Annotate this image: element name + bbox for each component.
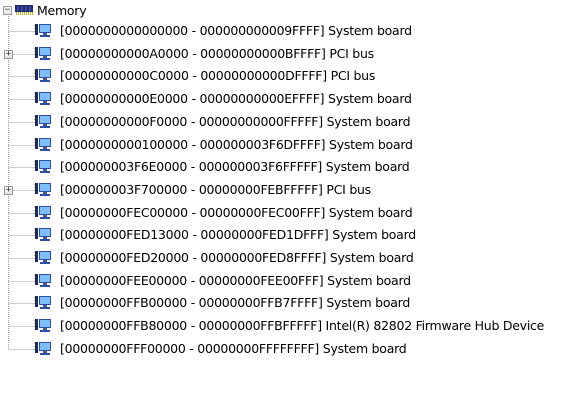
tree-node-memory-range[interactable]: [0000000000100000 - 000000003F6DFFFF] Sy…	[0, 134, 573, 156]
expand-toggle[interactable]: +	[4, 185, 13, 195]
memory-range-label: [00000000FEE00000 - 00000000FEE00FFF] Sy…	[60, 272, 411, 288]
memory-range-label: [0000000000100000 - 000000003F6DFFFF] Sy…	[60, 136, 413, 152]
memory-range-label: [00000000000C0000 - 00000000000DFFFF] PC…	[60, 68, 376, 84]
tree-node-memory-range[interactable]: + [00000000000A0000 - 00000000000BFFFF] P…	[0, 43, 573, 65]
memory-range-label: [00000000FFF00000 - 00000000FFFFFFFF] Sy…	[60, 340, 407, 356]
memory-resource-icon	[34, 114, 51, 128]
expand-toggle[interactable]: +	[4, 49, 13, 59]
tree-node-memory-range[interactable]: [0000000000000000 - 000000000009FFFF] Sy…	[0, 20, 573, 42]
tree-node-label: Memory	[37, 3, 87, 18]
tree-node-memory-range[interactable]: [00000000FED20000 - 00000000FED8FFFF] Sy…	[0, 247, 573, 269]
tree-node-memory-range[interactable]: [00000000FFB00000 - 00000000FFB7FFFF] Sy…	[0, 292, 573, 314]
tree-node-memory-range[interactable]: [00000000FEC00000 - 00000000FEC00FFF] Sy…	[0, 202, 573, 224]
tree-node-memory[interactable]: − Memory	[0, 0, 573, 22]
tree-node-memory-range[interactable]: [00000000000F0000 - 00000000000FFFFF] Sy…	[0, 111, 573, 133]
memory-resource-icon	[34, 160, 51, 174]
memory-range-label: [00000000FFB00000 - 00000000FFB7FFFF] Sy…	[60, 295, 410, 311]
tree-node-memory-range[interactable]: + [000000003F700000 - 00000000FEBFFFFF] P…	[0, 179, 573, 201]
memory-range-label: [00000000000A0000 - 00000000000BFFFF] PC…	[60, 45, 374, 61]
tree-node-memory-range[interactable]: [000000003F6E0000 - 000000003F6FFFFF] Sy…	[0, 156, 573, 178]
memory-range-label: [00000000FED13000 - 00000000FED1DFFF] Sy…	[60, 227, 416, 243]
memory-resource-icon	[34, 69, 51, 83]
memory-range-label: [00000000000F0000 - 00000000000FFFFF] Sy…	[60, 113, 411, 129]
memory-range-label: [000000003F700000 - 00000000FEBFFFFF] PC…	[60, 181, 371, 197]
memory-range-label: [00000000FED20000 - 00000000FED8FFFF] Sy…	[60, 250, 414, 265]
memory-resource-icon	[34, 228, 51, 242]
memory-resource-icon	[34, 296, 51, 310]
memory-resource-icon	[34, 319, 51, 333]
tree-node-memory-range[interactable]: [00000000FFF00000 - 00000000FFFFFFFF] Sy…	[0, 338, 573, 360]
collapse-toggle[interactable]: −	[3, 6, 12, 15]
memory-resource-icon	[34, 182, 51, 196]
memory-resource-icon	[34, 341, 51, 355]
memory-resource-icon	[34, 137, 51, 151]
memory-resource-icon	[34, 92, 51, 106]
tree-node-memory-range[interactable]: [00000000FED13000 - 00000000FED1DFFF] Sy…	[0, 224, 573, 246]
tree-node-memory-range[interactable]: [00000000FEE00000 - 00000000FEE00FFF] Sy…	[0, 270, 573, 292]
tree-node-memory-range[interactable]: [00000000000E0000 - 00000000000EFFFF] Sy…	[0, 88, 573, 110]
memory-range-label: [000000003F6E0000 - 000000003F6FFFFF] Sy…	[60, 159, 410, 175]
memory-range-label: [0000000000000000 - 000000000009FFFF] Sy…	[60, 23, 412, 38]
memory-range-label: [00000000FEC00000 - 00000000FEC00FFF] Sy…	[60, 204, 413, 220]
memory-resource-icon	[34, 251, 51, 264]
memory-resource-icon	[34, 46, 51, 60]
tree-node-memory-range[interactable]: [00000000000C0000 - 00000000000DFFFF] PC…	[0, 65, 573, 87]
memory-resource-icon	[34, 24, 51, 37]
memory-resource-icon	[34, 205, 51, 219]
memory-resource-tree: − Memory [0000000000000000 - 00000000000…	[0, 0, 573, 395]
tree-node-memory-range[interactable]: [00000000FFB80000 - 00000000FFBFFFFF] In…	[0, 315, 573, 337]
memory-resource-icon	[34, 273, 51, 287]
memory-chip-icon	[15, 5, 33, 15]
memory-range-label: [00000000000E0000 - 00000000000EFFFF] Sy…	[60, 91, 412, 107]
memory-range-label: [00000000FFB80000 - 00000000FFBFFFFF] In…	[60, 318, 545, 334]
